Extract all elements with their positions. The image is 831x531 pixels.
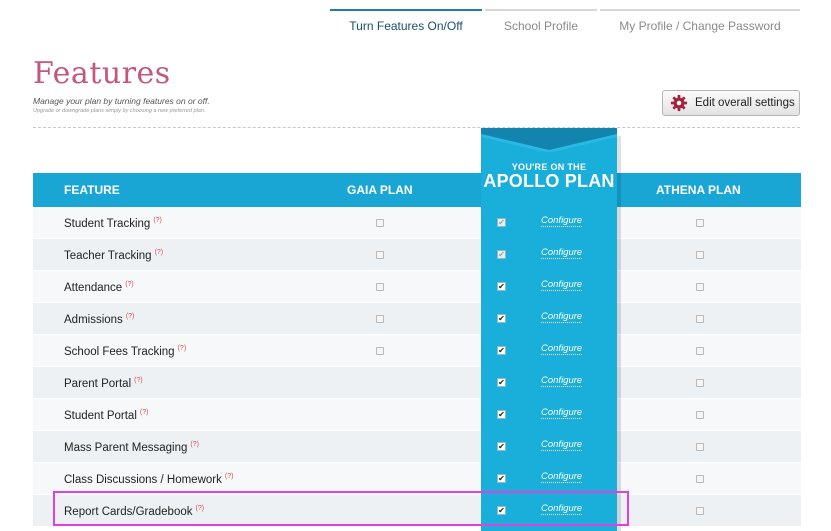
help-icon[interactable]: (?) [125, 281, 134, 288]
athena-checkbox[interactable] [696, 507, 704, 515]
feature-name: Class Discussions / Homework (?) [64, 473, 233, 486]
athena-checkbox[interactable] [696, 475, 704, 483]
selection-highlight [53, 491, 629, 526]
edit-settings-label: Edit overall settings [695, 97, 795, 109]
athena-checkbox[interactable] [696, 411, 704, 419]
apollo-checkbox[interactable]: ✔ [497, 474, 506, 483]
gear-icon [670, 94, 688, 112]
apollo-checkbox[interactable]: ✔ [497, 250, 506, 259]
feature-label: School Fees Tracking [64, 345, 175, 358]
table-row: Mass Parent Messaging (?) [33, 431, 801, 463]
header-gaia-plan: GAIA PLAN [347, 183, 413, 197]
gaia-checkbox[interactable] [376, 283, 384, 291]
apollo-checkbox[interactable]: ✔ [497, 314, 506, 323]
feature-name: Parent Portal (?) [64, 377, 143, 390]
feature-name: School Fees Tracking (?) [64, 345, 186, 358]
page-title: Features [33, 56, 171, 91]
feature-name: Student Portal (?) [64, 409, 148, 422]
feature-label: Admissions [64, 313, 123, 326]
gaia-checkbox[interactable] [376, 219, 384, 227]
athena-checkbox[interactable] [696, 379, 704, 387]
help-icon[interactable]: (?) [178, 345, 187, 352]
apollo-cell: ✔ Configure [481, 399, 617, 431]
configure-link[interactable]: Configure [541, 407, 583, 419]
athena-checkbox[interactable] [696, 315, 704, 323]
apollo-cell: ✔ Configure [481, 367, 617, 399]
feature-name: Admissions (?) [64, 313, 134, 326]
table-row: Admissions (?) [33, 303, 801, 335]
athena-checkbox[interactable] [696, 251, 704, 259]
header-feature: FEATURE [64, 183, 120, 197]
apollo-plan-title: APOLLO PLAN [483, 171, 615, 191]
configure-link[interactable]: Configure [541, 215, 583, 227]
feature-label: Teacher Tracking [64, 249, 152, 262]
help-icon[interactable]: (?) [155, 249, 164, 256]
help-icon[interactable]: (?) [140, 409, 149, 416]
tab-turn-features[interactable]: Turn Features On/Off [330, 9, 482, 41]
feature-label: Student Tracking [64, 217, 151, 230]
configure-link[interactable]: Configure [541, 471, 583, 483]
athena-checkbox[interactable] [696, 219, 704, 227]
apollo-column-shadow [617, 136, 621, 531]
help-icon[interactable]: (?) [153, 217, 162, 224]
table-row: Student Portal (?) [33, 399, 801, 431]
gaia-checkbox[interactable] [376, 315, 384, 323]
apollo-ribbon [481, 128, 617, 152]
apollo-cell: ✔ Configure [481, 303, 617, 335]
feature-label: Parent Portal [64, 377, 132, 390]
feature-label: Class Discussions / Homework [64, 473, 222, 486]
apollo-cell: ✔ Configure [481, 207, 617, 239]
header-athena-plan: ATHENA PLAN [656, 183, 741, 197]
edit-overall-settings-button[interactable]: Edit overall settings [662, 90, 800, 116]
tab-my-profile[interactable]: My Profile / Change Password [600, 9, 800, 41]
feature-name: Teacher Tracking (?) [64, 249, 163, 262]
athena-checkbox[interactable] [696, 443, 704, 451]
apollo-checkbox[interactable]: ✔ [497, 346, 506, 355]
help-icon[interactable]: (?) [126, 313, 135, 320]
configure-link[interactable]: Configure [541, 439, 583, 451]
configure-link[interactable]: Configure [541, 375, 583, 387]
apollo-cell: ✔ Configure [481, 431, 617, 463]
configure-link[interactable]: Configure [541, 247, 583, 259]
apollo-checkbox[interactable]: ✔ [497, 442, 506, 451]
page-hint: Upgrade or downgrade plans simply by cho… [33, 108, 206, 114]
divider [33, 127, 800, 128]
athena-checkbox[interactable] [696, 283, 704, 291]
apollo-checkbox[interactable]: ✔ [497, 282, 506, 291]
table-row: School Fees Tracking (?) [33, 335, 801, 367]
table-row: Student Tracking (?) [33, 207, 801, 239]
configure-link[interactable]: Configure [541, 279, 583, 291]
feature-name: Student Tracking (?) [64, 217, 162, 230]
help-icon[interactable]: (?) [134, 377, 143, 384]
configure-link[interactable]: Configure [541, 311, 583, 323]
page-subtitle: Manage your plan by turning features on … [33, 96, 210, 106]
configure-link[interactable]: Configure [541, 343, 583, 355]
apollo-checkbox[interactable]: ✔ [497, 378, 506, 387]
features-table: Student Tracking (?) Teacher Tracking (?) At… [33, 173, 801, 527]
table-row: Teacher Tracking (?) [33, 239, 801, 271]
help-icon[interactable]: (?) [190, 441, 199, 448]
apollo-cell: ✔ Configure [481, 239, 617, 271]
table-row: Attendance (?) [33, 271, 801, 303]
feature-label: Attendance [64, 281, 123, 294]
apollo-checkbox[interactable]: ✔ [497, 218, 506, 227]
athena-checkbox[interactable] [696, 347, 704, 355]
tab-school-profile[interactable]: School Profile [485, 9, 597, 41]
apollo-checkbox[interactable]: ✔ [497, 410, 506, 419]
feature-name: Mass Parent Messaging (?) [64, 441, 199, 454]
feature-label: Student Portal [64, 409, 137, 422]
apollo-cell: ✔ Configure [481, 335, 617, 367]
apollo-cell: ✔ Configure [481, 271, 617, 303]
feature-name: Attendance (?) [64, 281, 134, 294]
help-icon[interactable]: (?) [225, 473, 234, 480]
table-row: Parent Portal (?) [33, 367, 801, 399]
top-tabs: Turn Features On/Off School Profile My P… [330, 9, 803, 41]
gaia-checkbox[interactable] [376, 347, 384, 355]
gaia-checkbox[interactable] [376, 251, 384, 259]
feature-label: Mass Parent Messaging [64, 441, 188, 454]
